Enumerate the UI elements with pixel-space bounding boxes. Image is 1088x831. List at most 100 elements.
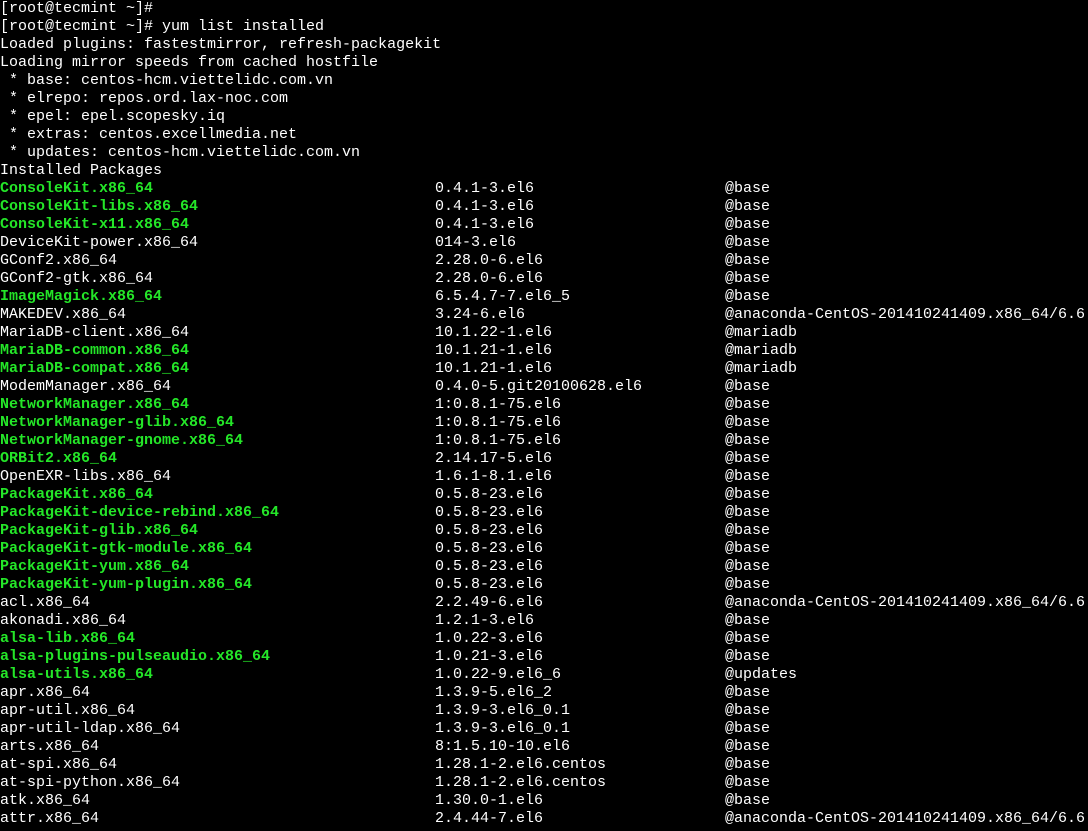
package-repo: @anaconda-CentOS-201410241409.x86_64/6.6 bbox=[725, 594, 1085, 612]
package-repo: @base bbox=[725, 504, 770, 522]
output-line: * extras: centos.excellmedia.net bbox=[0, 126, 1088, 144]
package-version: 1.3.9-3.el6_0.1 bbox=[435, 720, 725, 738]
package-version: 1.3.9-5.el6_2 bbox=[435, 684, 725, 702]
package-name: ImageMagick.x86_64 bbox=[0, 288, 435, 306]
package-version: 1:0.8.1-75.el6 bbox=[435, 396, 725, 414]
package-repo: @base bbox=[725, 684, 770, 702]
package-name: ConsoleKit-x11.x86_64 bbox=[0, 216, 435, 234]
package-version: 2.14.17-5.el6 bbox=[435, 450, 725, 468]
package-row: NetworkManager.x86_641:0.8.1-75.el6@base bbox=[0, 396, 1088, 414]
package-name: apr-util.x86_64 bbox=[0, 702, 435, 720]
package-row: MariaDB-client.x86_6410.1.22-1.el6@maria… bbox=[0, 324, 1088, 342]
package-repo: @mariadb bbox=[725, 342, 797, 360]
package-row: alsa-plugins-pulseaudio.x86_641.0.21-3.e… bbox=[0, 648, 1088, 666]
package-name: MariaDB-common.x86_64 bbox=[0, 342, 435, 360]
package-name: arts.x86_64 bbox=[0, 738, 435, 756]
package-name: PackageKit-yum-plugin.x86_64 bbox=[0, 576, 435, 594]
package-name: GConf2-gtk.x86_64 bbox=[0, 270, 435, 288]
package-name: akonadi.x86_64 bbox=[0, 612, 435, 630]
package-repo: @updates bbox=[725, 666, 797, 684]
package-name: PackageKit-yum.x86_64 bbox=[0, 558, 435, 576]
output-line: Installed Packages bbox=[0, 162, 1088, 180]
package-version: 8:1.5.10-10.el6 bbox=[435, 738, 725, 756]
package-name: PackageKit-gtk-module.x86_64 bbox=[0, 540, 435, 558]
package-name: at-spi.x86_64 bbox=[0, 756, 435, 774]
package-row: apr-util-ldap.x86_641.3.9-3.el6_0.1@base bbox=[0, 720, 1088, 738]
package-name: MAKEDEV.x86_64 bbox=[0, 306, 435, 324]
package-version: 1.0.21-3.el6 bbox=[435, 648, 725, 666]
package-row: attr.x86_642.4.44-7.el6@anaconda-CentOS-… bbox=[0, 810, 1088, 828]
package-row: alsa-utils.x86_641.0.22-9.el6_6@updates bbox=[0, 666, 1088, 684]
package-repo: @base bbox=[725, 468, 770, 486]
package-name: alsa-lib.x86_64 bbox=[0, 630, 435, 648]
package-repo: @base bbox=[725, 396, 770, 414]
package-repo: @base bbox=[725, 702, 770, 720]
package-name: NetworkManager-glib.x86_64 bbox=[0, 414, 435, 432]
package-repo: @base bbox=[725, 486, 770, 504]
package-name: atk.x86_64 bbox=[0, 792, 435, 810]
package-row: NetworkManager-gnome.x86_641:0.8.1-75.el… bbox=[0, 432, 1088, 450]
package-repo: @anaconda-CentOS-201410241409.x86_64/6.6 bbox=[725, 810, 1085, 828]
prompt-empty: [root@tecmint ~]# bbox=[0, 0, 1088, 18]
package-repo: @base bbox=[725, 756, 770, 774]
output-line: Loaded plugins: fastestmirror, refresh-p… bbox=[0, 36, 1088, 54]
package-row: MariaDB-compat.x86_6410.1.21-1.el6@maria… bbox=[0, 360, 1088, 378]
package-version: 1.28.1-2.el6.centos bbox=[435, 756, 725, 774]
package-repo: @base bbox=[725, 432, 770, 450]
package-repo: @base bbox=[725, 612, 770, 630]
package-repo: @base bbox=[725, 198, 770, 216]
package-version: 1.30.0-1.el6 bbox=[435, 792, 725, 810]
package-name: GConf2.x86_64 bbox=[0, 252, 435, 270]
package-version: 1.28.1-2.el6.centos bbox=[435, 774, 725, 792]
package-name: ConsoleKit-libs.x86_64 bbox=[0, 198, 435, 216]
package-version: 6.5.4.7-7.el6_5 bbox=[435, 288, 725, 306]
package-name: MariaDB-compat.x86_64 bbox=[0, 360, 435, 378]
package-repo: @base bbox=[725, 270, 770, 288]
package-row: arts.x86_648:1.5.10-10.el6@base bbox=[0, 738, 1088, 756]
package-version: 1.0.22-3.el6 bbox=[435, 630, 725, 648]
package-name: OpenEXR-libs.x86_64 bbox=[0, 468, 435, 486]
package-name: DeviceKit-power.x86_64 bbox=[0, 234, 435, 252]
package-row: PackageKit-gtk-module.x86_640.5.8-23.el6… bbox=[0, 540, 1088, 558]
package-repo: @base bbox=[725, 288, 770, 306]
package-row: at-spi.x86_641.28.1-2.el6.centos@base bbox=[0, 756, 1088, 774]
package-name: ModemManager.x86_64 bbox=[0, 378, 435, 396]
package-name: MariaDB-client.x86_64 bbox=[0, 324, 435, 342]
package-row: ModemManager.x86_640.4.0-5.git20100628.e… bbox=[0, 378, 1088, 396]
package-version: 2.28.0-6.el6 bbox=[435, 252, 725, 270]
package-row: PackageKit-device-rebind.x86_640.5.8-23.… bbox=[0, 504, 1088, 522]
package-name: at-spi-python.x86_64 bbox=[0, 774, 435, 792]
package-row: PackageKit-glib.x86_640.5.8-23.el6@base bbox=[0, 522, 1088, 540]
package-row: PackageKit-yum.x86_640.5.8-23.el6@base bbox=[0, 558, 1088, 576]
package-version: 1:0.8.1-75.el6 bbox=[435, 414, 725, 432]
package-row: apr.x86_641.3.9-5.el6_2@base bbox=[0, 684, 1088, 702]
package-row: MAKEDEV.x86_643.24-6.el6@anaconda-CentOS… bbox=[0, 306, 1088, 324]
package-repo: @base bbox=[725, 576, 770, 594]
package-row: acl.x86_642.2.49-6.el6@anaconda-CentOS-2… bbox=[0, 594, 1088, 612]
package-row: akonadi.x86_641.2.1-3.el6@base bbox=[0, 612, 1088, 630]
package-version: 0.5.8-23.el6 bbox=[435, 558, 725, 576]
package-name: ConsoleKit.x86_64 bbox=[0, 180, 435, 198]
output-line: * base: centos-hcm.viettelidc.com.vn bbox=[0, 72, 1088, 90]
prompt-command: [root@tecmint ~]# yum list installed bbox=[0, 18, 1088, 36]
package-repo: @base bbox=[725, 630, 770, 648]
package-row: ORBit2.x86_642.14.17-5.el6@base bbox=[0, 450, 1088, 468]
output-header: Loaded plugins: fastestmirror, refresh-p… bbox=[0, 36, 1088, 180]
package-repo: @base bbox=[725, 522, 770, 540]
package-repo: @base bbox=[725, 774, 770, 792]
package-version: 0.4.1-3.el6 bbox=[435, 180, 725, 198]
package-version: 10.1.21-1.el6 bbox=[435, 360, 725, 378]
package-repo: @base bbox=[725, 414, 770, 432]
package-repo: @base bbox=[725, 720, 770, 738]
package-repo: @base bbox=[725, 234, 770, 252]
package-repo: @base bbox=[725, 648, 770, 666]
package-version: 0.4.0-5.git20100628.el6 bbox=[435, 378, 725, 396]
package-repo: @base bbox=[725, 558, 770, 576]
package-repo: @mariadb bbox=[725, 360, 797, 378]
package-version: 2.4.44-7.el6 bbox=[435, 810, 725, 828]
package-version: 1.6.1-8.1.el6 bbox=[435, 468, 725, 486]
package-name: apr.x86_64 bbox=[0, 684, 435, 702]
package-version: 014-3.el6 bbox=[435, 234, 725, 252]
package-row: ConsoleKit-libs.x86_640.4.1-3.el6@base bbox=[0, 198, 1088, 216]
package-version: 3.24-6.el6 bbox=[435, 306, 725, 324]
